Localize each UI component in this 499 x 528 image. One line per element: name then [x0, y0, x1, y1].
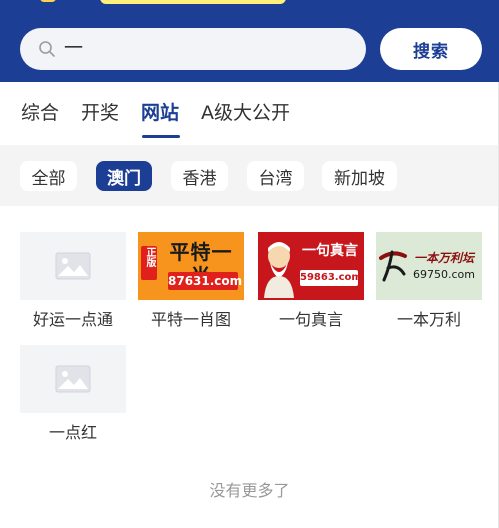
- site-name: 一点红: [48, 423, 97, 442]
- tab-websites[interactable]: 网站: [141, 100, 179, 126]
- sage-portrait-icon: [264, 242, 294, 298]
- search-input[interactable]: 一: [20, 28, 366, 70]
- site-name: 一本万利: [396, 310, 461, 329]
- site-name: 好运一点通: [32, 310, 113, 329]
- region-chip-all[interactable]: 全部: [20, 161, 77, 191]
- thumb-title: 一句真言: [302, 243, 358, 259]
- header-decoration: [40, 0, 56, 2]
- tab-overview[interactable]: 综合: [21, 100, 59, 126]
- image-placeholder-icon: [55, 252, 91, 280]
- search-icon: [39, 41, 55, 57]
- thumb-url: 87631.com: [168, 272, 243, 290]
- site-card[interactable]: 一句真言 59863.com 一句真言: [258, 232, 364, 330]
- site-thumbnail: 正版 平特一肖 87631.com: [138, 232, 244, 300]
- site-thumbnail: 一本万利坛 69750.com: [376, 232, 482, 300]
- calligraphy-mark-icon: [379, 250, 407, 282]
- main-tabs: 综合 开奖 网站 A级大公开: [0, 82, 499, 144]
- site-card[interactable]: 正版 平特一肖 87631.com 平特一肖图: [138, 232, 244, 330]
- search-button[interactable]: 搜索: [380, 28, 482, 70]
- image-placeholder-icon: [55, 365, 91, 393]
- site-card[interactable]: 好运一点通: [20, 232, 126, 330]
- region-chip-singapore[interactable]: 新加坡: [322, 161, 397, 191]
- thumb-url: 59863.com: [300, 270, 362, 286]
- site-card[interactable]: 一本万利坛 69750.com 一本万利: [376, 232, 482, 330]
- site-card[interactable]: 一点红: [20, 345, 126, 443]
- top-header: 一 搜索: [0, 0, 499, 82]
- thumb-title: 一本万利坛: [413, 251, 474, 265]
- region-filter-bar: 全部 澳门 香港 台湾 新加坡: [0, 145, 499, 206]
- active-tab-indicator: [142, 135, 180, 138]
- region-chip-taiwan[interactable]: 台湾: [247, 161, 304, 191]
- site-thumbnail: [20, 345, 126, 413]
- region-chip-hongkong[interactable]: 香港: [171, 161, 228, 191]
- site-thumbnail: [20, 232, 126, 300]
- tab-a-grade-public[interactable]: A级大公开: [201, 100, 290, 126]
- search-input-value: 一: [64, 37, 84, 59]
- site-name: 一句真言: [278, 310, 343, 329]
- thumb-tag: 正版: [141, 246, 157, 280]
- site-thumbnail: 一句真言 59863.com: [258, 232, 364, 300]
- no-more-results-text: 没有更多了: [209, 481, 290, 500]
- header-banner-strip: [100, 0, 286, 4]
- tab-draw-results[interactable]: 开奖: [81, 100, 119, 126]
- site-name: 平特一肖图: [150, 310, 231, 329]
- thumb-url: 69750.com: [413, 268, 475, 281]
- region-chip-macau[interactable]: 澳门: [96, 161, 152, 191]
